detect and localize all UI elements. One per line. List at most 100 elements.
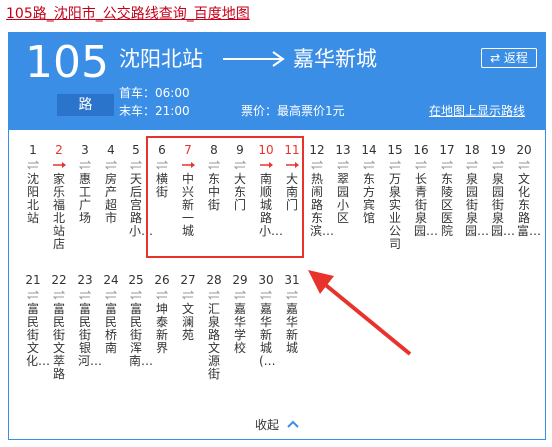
chevron-up-icon[interactable] <box>287 419 299 429</box>
swap-icon <box>104 160 118 170</box>
swap-icon <box>155 290 169 300</box>
stop-item[interactable]: 28 汇泉路文源街 <box>202 272 226 381</box>
stop-item[interactable]: 16 长青街泉园… <box>409 142 439 238</box>
stop-item[interactable]: 12 热闹路东滨… <box>305 142 334 238</box>
stop-number: 22 <box>51 273 67 287</box>
stop-number: 4 <box>107 143 115 157</box>
reverse-direction-button[interactable]: ⇄ 返程 <box>481 48 537 68</box>
stop-item[interactable]: 13 翠园小区 <box>331 142 355 225</box>
stop-number: 18 <box>464 143 480 157</box>
stop-name: 泉园街泉园… <box>465 172 490 238</box>
stop-number: 28 <box>206 273 222 287</box>
stop-item[interactable]: 30 嘉华新城(… <box>254 272 278 368</box>
stop-number: 30 <box>258 273 274 287</box>
pointer-arrow-icon <box>308 270 412 356</box>
route-header: 105 路 沈阳北站 嘉华新城 ⇄ 返程 首车：06:00 末车：21:00 票… <box>9 33 545 130</box>
stop-item[interactable]: 21 富民街文化… <box>21 272 51 368</box>
route-number: 105 <box>25 37 109 88</box>
swap-icon <box>465 160 479 170</box>
stop-name: 房产超市 <box>104 172 117 225</box>
direction-arrow-icon <box>223 51 285 67</box>
swap-icon <box>491 160 505 170</box>
stop-item[interactable]: 2 家乐福北站店 <box>47 142 71 251</box>
swap-icon <box>78 160 92 170</box>
stop-number: 29 <box>232 273 248 287</box>
stop-item[interactable]: 3 惠工广场 <box>73 142 97 225</box>
stop-item[interactable]: 22 富民街文萃路 <box>47 272 71 381</box>
swap-icon <box>129 160 143 170</box>
stop-name: 沈阳北站 <box>26 172 39 225</box>
stop-item[interactable]: 18 泉园街泉园… <box>460 142 490 238</box>
stop-number: 19 <box>490 143 506 157</box>
stop-name: 惠工广场 <box>78 172 91 225</box>
stop-name: 家乐福北站店 <box>52 172 65 251</box>
stop-item[interactable]: 14 东方宾馆 <box>357 142 381 225</box>
stop-number: 20 <box>516 143 532 157</box>
stop-item[interactable]: 27 文澜苑 <box>176 272 200 342</box>
stop-number: 24 <box>103 273 119 287</box>
swap-icon <box>233 290 247 300</box>
stop-item[interactable]: 25 富民街浑南… <box>124 272 154 368</box>
stop-name: 嘉华新城(… <box>259 302 276 368</box>
stop-number: 21 <box>25 273 41 287</box>
stop-item[interactable]: 24 富民桥南 <box>99 272 123 355</box>
stop-item[interactable]: 26 坤泰新界 <box>150 272 174 355</box>
stop-name: 泉园街泉园… <box>491 172 516 238</box>
stop-name: 富民街文化… <box>26 302 51 368</box>
stop-number: 15 <box>387 143 403 157</box>
swap-icon <box>362 160 376 170</box>
stop-name: 天后宫路小… <box>129 172 154 238</box>
stop-item[interactable]: 1 沈阳北站 <box>21 142 45 225</box>
stop-number: 23 <box>77 273 93 287</box>
stop-item[interactable]: 20 文化东路富… <box>512 142 542 238</box>
stop-name: 文化东路富… <box>517 172 542 238</box>
swap-icon <box>129 290 143 300</box>
fare-info: 票价：最高票价1元 <box>241 104 345 118</box>
stop-name: 富民街浑南… <box>129 302 154 368</box>
stop-number: 17 <box>439 143 455 157</box>
stop-name: 翠园小区 <box>336 172 349 225</box>
stop-name: 东方宾馆 <box>362 172 375 225</box>
stop-number: 25 <box>128 273 144 287</box>
stop-name: 嘉华新城 <box>285 302 298 355</box>
stop-item[interactable]: 15 万泉实业公司 <box>383 142 407 251</box>
highlight-box <box>146 136 304 258</box>
stop-name: 富民街文萃路 <box>52 302 65 381</box>
stop-number: 2 <box>55 143 63 157</box>
stop-name: 长青街泉园… <box>414 172 439 238</box>
page-title-link[interactable]: 105路_沈阳市_公交路线查询_百度地图 <box>6 3 250 23</box>
stop-item[interactable]: 23 富民街银河… <box>73 272 103 368</box>
origin-stop: 沈阳北站 <box>119 47 203 71</box>
swap-icon <box>259 290 273 300</box>
stop-item[interactable]: 17 东陵区医院 <box>435 142 459 238</box>
stop-name: 嘉华学校 <box>233 302 246 355</box>
first-bus-time: 首车：06:00 <box>119 86 190 100</box>
swap-icon <box>336 160 350 170</box>
stop-number: 27 <box>180 273 196 287</box>
stop-number: 13 <box>335 143 351 157</box>
stop-name: 汇泉路文源街 <box>207 302 220 381</box>
arrow-right-icon <box>53 162 66 168</box>
stop-number: 3 <box>81 143 89 157</box>
swap-icon <box>388 160 402 170</box>
destination-stop: 嘉华新城 <box>293 47 377 71</box>
stop-name: 富民街银河… <box>78 302 103 368</box>
swap-icon <box>207 290 221 300</box>
stop-name: 富民桥南 <box>104 302 117 355</box>
swap-icon <box>78 290 92 300</box>
swap-icon <box>26 290 40 300</box>
swap-icon <box>181 290 195 300</box>
stop-item[interactable]: 4 房产超市 <box>99 142 123 225</box>
stop-number: 1 <box>29 143 37 157</box>
stop-number: 14 <box>361 143 377 157</box>
stop-item[interactable]: 5 天后宫路小… <box>124 142 154 238</box>
stop-name: 坤泰新界 <box>155 302 168 355</box>
stop-number: 5 <box>132 143 140 157</box>
collapse-button[interactable]: 收起 <box>255 417 279 433</box>
stop-name: 文澜苑 <box>181 302 194 342</box>
stop-item[interactable]: 19 泉园街泉园… <box>486 142 516 238</box>
show-on-map-link[interactable]: 在地图上显示路线 <box>429 103 525 119</box>
swap-icon <box>310 160 324 170</box>
stop-item[interactable]: 29 嘉华学校 <box>228 272 252 355</box>
swap-icon <box>517 160 531 170</box>
